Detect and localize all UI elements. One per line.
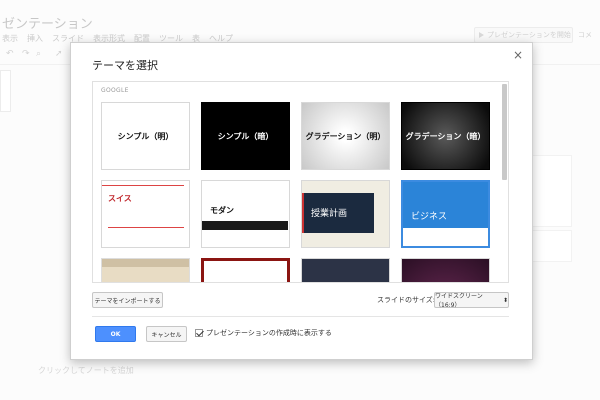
theme-tile-business[interactable]: ビジネス: [401, 180, 490, 248]
chevron-updown-icon: ⬍: [502, 296, 508, 304]
tan-strip: [102, 259, 189, 267]
theme-label: グラデーション（明）: [305, 131, 386, 141]
show-on-create-checkbox[interactable]: [195, 329, 203, 337]
theme-label: グラデーション（暗）: [405, 131, 486, 141]
section-label: GOOGLE: [101, 87, 129, 94]
slide-size-label: スライドのサイズ:: [377, 296, 436, 304]
theme-label: スイス: [108, 194, 132, 203]
slide-size-select[interactable]: ワイドスクリーン（16:9） ⬍: [434, 292, 509, 309]
swiss-rule: [108, 227, 184, 228]
theme-label: シンプル（明）: [117, 131, 174, 141]
show-on-create-label: プレゼンテーションの作成時に表示する: [206, 329, 332, 337]
theme-tile-simple-light[interactable]: シンプル（明）: [101, 102, 190, 170]
theme-gallery: GOOGLE シンプル（明） シンプル（暗） グラデーション（明） グラデーショ…: [92, 81, 509, 283]
lesson-accent: [302, 193, 304, 233]
cancel-button[interactable]: キャンセル: [146, 326, 187, 342]
theme-label: シンプル（暗）: [217, 131, 274, 141]
show-on-create-option[interactable]: プレゼンテーションの作成時に表示する: [195, 328, 332, 338]
theme-tile-swiss[interactable]: スイス: [101, 180, 190, 248]
slide-size-value: ワイドスクリーン（16:9）: [435, 293, 483, 309]
theme-label: ビジネス: [411, 212, 448, 222]
theme-dialog: テーマを選択 × GOOGLE シンプル（明） シンプル（暗） グラデーション（…: [70, 42, 533, 360]
dialog-divider: [92, 316, 509, 317]
modern-bar: [202, 221, 288, 230]
theme-tile-red-frame[interactable]: [201, 258, 290, 282]
ok-button[interactable]: OK: [95, 326, 136, 342]
close-icon[interactable]: ×: [513, 48, 523, 62]
theme-label: モダン: [210, 206, 234, 215]
swiss-rule: [102, 185, 184, 186]
theme-label: 授業計画: [311, 209, 348, 219]
theme-tile-modern[interactable]: モダン: [201, 180, 290, 248]
theme-tile-gradient-light[interactable]: グラデーション（明）: [301, 102, 390, 170]
theme-tile-lesson-plan[interactable]: 授業計画: [301, 180, 390, 248]
theme-tile-tan[interactable]: [101, 258, 190, 282]
dialog-title: テーマを選択: [92, 59, 158, 72]
theme-tile-simple-dark[interactable]: シンプル（暗）: [201, 102, 290, 170]
theme-tile-navy[interactable]: [301, 258, 390, 282]
import-theme-button[interactable]: テーマをインポートする: [92, 292, 163, 308]
gallery-scrollbar[interactable]: [502, 84, 507, 180]
theme-tile-gradient-dark[interactable]: グラデーション（暗）: [401, 102, 490, 170]
theme-tile-plum[interactable]: [401, 258, 490, 282]
